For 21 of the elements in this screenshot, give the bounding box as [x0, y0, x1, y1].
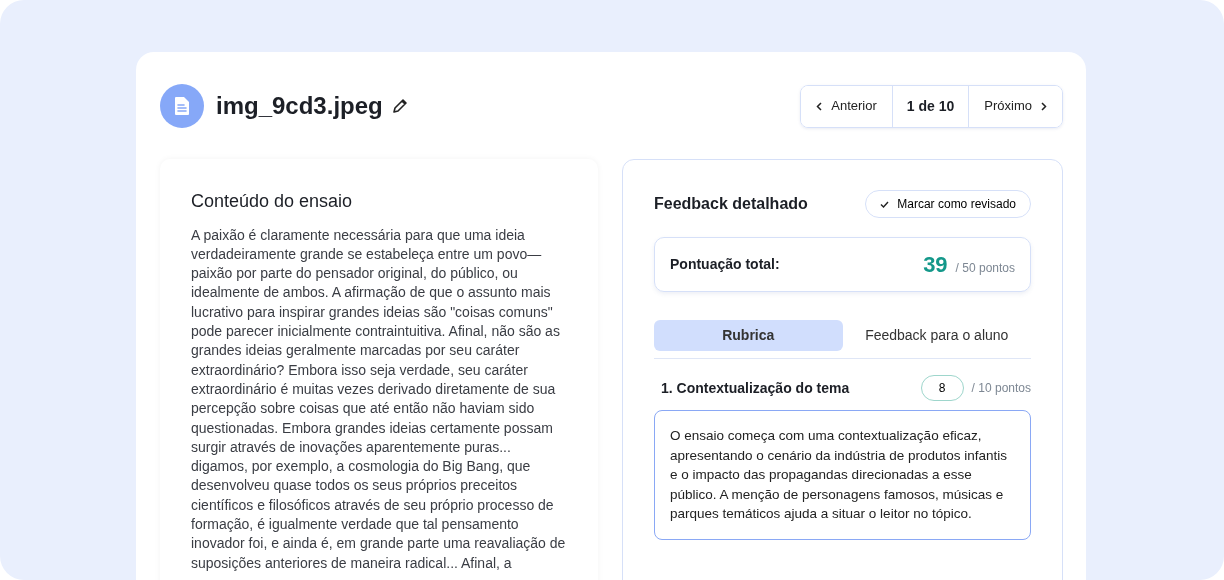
chevron-right-icon: [1041, 101, 1047, 111]
pencil-icon[interactable]: [390, 97, 409, 115]
total-score-label: Pontuação total:: [670, 255, 780, 274]
tab[interactable]: Feedback para o aluno: [842, 320, 1031, 351]
mark-reviewed-button[interactable]: Marcar como revisado: [865, 190, 1031, 218]
score-input[interactable]: 8: [920, 375, 964, 401]
total-score: 39: [923, 251, 948, 279]
essay-title: Conteúdo do ensaio: [191, 191, 354, 213]
criterion-title: 1. Contextualização do tema: [660, 378, 851, 398]
chevron-left-icon: [816, 101, 823, 111]
criterion-max-score: / 10 pontos: [971, 380, 1031, 397]
check-icon: [880, 200, 890, 208]
essay-text: A paixão é claramente necessária para que uma ideia verdadeiramente grande se estabeleça entre um povo—paixão por parte do pensador original, do público, ou idealmente de ambos. A afirmação de que o assunto mais lucrativo para inspirar grandes ideias são "coisas comuns" pode parecer inicialmente contraintuitiva. Afinal, não são as grandes ideias geralmente marcadas por seu caráter extraordinário? Embora isso seja verdade, seu caráter extraordinário é muitas vezes derivado diretamente de sua percepção sobre coisas que até então não haviam sido questionadas. Embora grandes ideias certamente possam surgir através de inovações aparentemente puras... digamos, por exemplo, a cosmologia do Big Bang, que desenvolveu quase todos os seus próprios preceitos científicos e filosóficos através de seu próprio processo de formação, é igualmente verdade que tal pensamento inovador foi, e ainda é, em grande parte uma reavaliação de suposições anteriores de maneira radical... Afinal, a: [191, 225, 567, 573]
previous-button[interactable]: Anterior: [801, 85, 892, 127]
next-button[interactable]: Próximo: [969, 85, 1062, 127]
file-name: img_9cd3.jpeg: [216, 91, 383, 121]
tab[interactable]: Rubrica: [654, 320, 843, 351]
max-score: / 50 pontos: [955, 260, 1015, 277]
comment-field[interactable]: O ensaio começa com uma contextualização eficaz, apresentando o cenário da indústria de produtos infantis e o impacto das propagandas direcionadas a esse público. A menção de personagens famosos, músicas e parques temáticos ajuda a situar o leitor no tópico.: [654, 410, 1031, 540]
feedback-title: Feedback detalhado: [654, 194, 808, 214]
document-icon: [160, 84, 204, 128]
